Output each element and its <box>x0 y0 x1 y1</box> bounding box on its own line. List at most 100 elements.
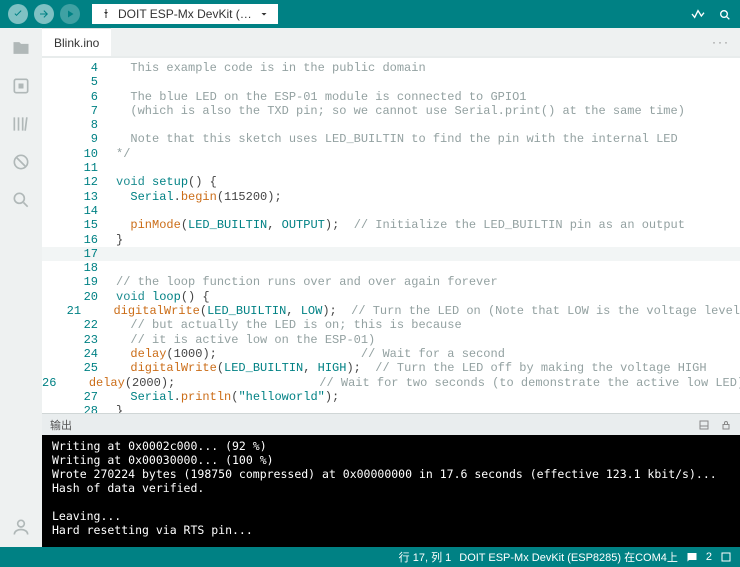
line-number: 18 <box>42 261 116 275</box>
code-line: 10*/ <box>42 147 740 161</box>
code-line: 28} <box>42 404 740 413</box>
code-text: Serial.begin(115200); <box>116 190 740 204</box>
tab-label: Blink.ino <box>54 36 99 50</box>
code-line: 26 delay(2000); // Wait for two seconds … <box>42 376 740 390</box>
status-notif-count: 2 <box>706 551 712 563</box>
top-toolbar: DOIT ESP-Mx DevKit (… <box>0 0 740 28</box>
code-text: } <box>116 404 740 413</box>
line-number: 14 <box>42 204 116 218</box>
code-text: (which is also the TXD pin; so we cannot… <box>116 104 740 118</box>
line-number: 28 <box>42 404 116 413</box>
code-text: The blue LED on the ESP-01 module is con… <box>116 90 740 104</box>
code-text: delay(2000); // Wait for two seconds (to… <box>74 376 740 390</box>
code-line: 22 // but actually the LED is on; this i… <box>42 318 740 332</box>
status-board[interactable]: DOIT ESP-Mx DevKit (ESP8285) 在COM4上 <box>459 549 678 565</box>
code-line: 25 digitalWrite(LED_BUILTIN, HIGH); // T… <box>42 361 740 375</box>
search-icon[interactable] <box>11 190 31 210</box>
line-number: 15 <box>42 218 116 232</box>
code-line: 8 <box>42 118 740 132</box>
line-number: 4 <box>42 61 116 75</box>
editor-area: Blink.ino ··· 4 This example code is in … <box>42 28 740 547</box>
code-text: */ <box>116 147 740 161</box>
code-line: 13 Serial.begin(115200); <box>42 190 740 204</box>
maximize-panel-icon[interactable] <box>698 419 710 431</box>
code-text: // it is active low on the ESP-01) <box>116 333 740 347</box>
line-number: 17 <box>42 247 116 261</box>
tab-more-icon[interactable]: ··· <box>702 35 740 49</box>
line-number: 11 <box>42 161 116 175</box>
line-number: 27 <box>42 390 116 404</box>
code-line: 14 <box>42 204 740 218</box>
code-text: Serial.println("helloworld"); <box>116 390 740 404</box>
folder-icon[interactable] <box>11 38 31 58</box>
tab-blink[interactable]: Blink.ino <box>42 28 111 56</box>
code-line: 5 <box>42 75 740 89</box>
code-line: 27 Serial.println("helloworld"); <box>42 390 740 404</box>
line-number: 23 <box>42 333 116 347</box>
line-number: 24 <box>42 347 116 361</box>
line-number: 7 <box>42 104 116 118</box>
code-line: 16} <box>42 233 740 247</box>
line-number: 16 <box>42 233 116 247</box>
code-text: // but actually the LED is on; this is b… <box>116 318 740 332</box>
serial-monitor-icon[interactable] <box>716 6 732 22</box>
line-number: 9 <box>42 132 116 146</box>
code-text: void loop() { <box>116 290 740 304</box>
status-cursor: 行 17, 列 1 <box>399 549 452 565</box>
check-icon <box>12 8 24 20</box>
line-number: 10 <box>42 147 116 161</box>
board-label: DOIT ESP-Mx DevKit (… <box>118 7 252 21</box>
line-number: 21 <box>42 304 99 318</box>
code-text: Note that this sketch uses LED_BUILTIN t… <box>116 132 740 146</box>
boards-manager-icon[interactable] <box>11 76 31 96</box>
tab-row: Blink.ino ··· <box>42 28 740 56</box>
line-number: 20 <box>42 290 116 304</box>
code-text <box>116 261 740 275</box>
debug-button[interactable] <box>60 4 80 24</box>
notification-icon[interactable] <box>686 551 698 563</box>
code-line: 15 pinMode(LED_BUILTIN, OUTPUT); // Init… <box>42 218 740 232</box>
usb-icon <box>100 8 112 20</box>
serial-plotter-icon[interactable] <box>690 6 706 22</box>
code-text <box>116 118 740 132</box>
output-console[interactable]: Writing at 0x0002c000... (92 %) Writing … <box>42 435 740 547</box>
code-line: 17 <box>42 247 740 261</box>
code-text: void setup() { <box>116 175 740 189</box>
main-area: Blink.ino ··· 4 This example code is in … <box>0 28 740 547</box>
upload-button[interactable] <box>34 4 54 24</box>
code-line: 7 (which is also the TXD pin; so we cann… <box>42 104 740 118</box>
code-line: 4 This example code is in the public dom… <box>42 61 740 75</box>
toolbar-right <box>690 6 732 22</box>
code-text: delay(1000); // Wait for a second <box>116 347 740 361</box>
line-number: 6 <box>42 90 116 104</box>
code-line: 9 Note that this sketch uses LED_BUILTIN… <box>42 132 740 146</box>
code-text <box>116 161 740 175</box>
code-text: pinMode(LED_BUILTIN, OUTPUT); // Initial… <box>116 218 740 232</box>
library-manager-icon[interactable] <box>11 114 31 134</box>
code-line: 20void loop() { <box>42 290 740 304</box>
code-text <box>116 75 740 89</box>
play-icon <box>64 8 76 20</box>
code-line: 19// the loop function runs over and ove… <box>42 275 740 289</box>
line-number: 12 <box>42 175 116 189</box>
code-text <box>116 204 740 218</box>
line-number: 5 <box>42 75 116 89</box>
code-line: 6 The blue LED on the ESP-01 module is c… <box>42 90 740 104</box>
line-number: 25 <box>42 361 116 375</box>
code-text: digitalWrite(LED_BUILTIN, LOW); // Turn … <box>99 304 740 318</box>
arrow-right-icon <box>38 8 50 20</box>
code-text <box>116 247 740 261</box>
code-line: 23 // it is active low on the ESP-01) <box>42 333 740 347</box>
chevron-down-icon <box>258 8 270 20</box>
line-number: 19 <box>42 275 116 289</box>
close-panel-icon[interactable] <box>720 551 732 563</box>
code-text: // the loop function runs over and over … <box>116 275 740 289</box>
lock-icon[interactable] <box>720 419 732 431</box>
disable-icon[interactable] <box>11 152 31 172</box>
code-editor[interactable]: 4 This example code is in the public dom… <box>42 56 740 413</box>
board-selector[interactable]: DOIT ESP-Mx DevKit (… <box>92 4 278 24</box>
code-text: } <box>116 233 740 247</box>
code-text: digitalWrite(LED_BUILTIN, HIGH); // Turn… <box>116 361 740 375</box>
account-icon[interactable] <box>11 517 31 537</box>
verify-button[interactable] <box>8 4 28 24</box>
